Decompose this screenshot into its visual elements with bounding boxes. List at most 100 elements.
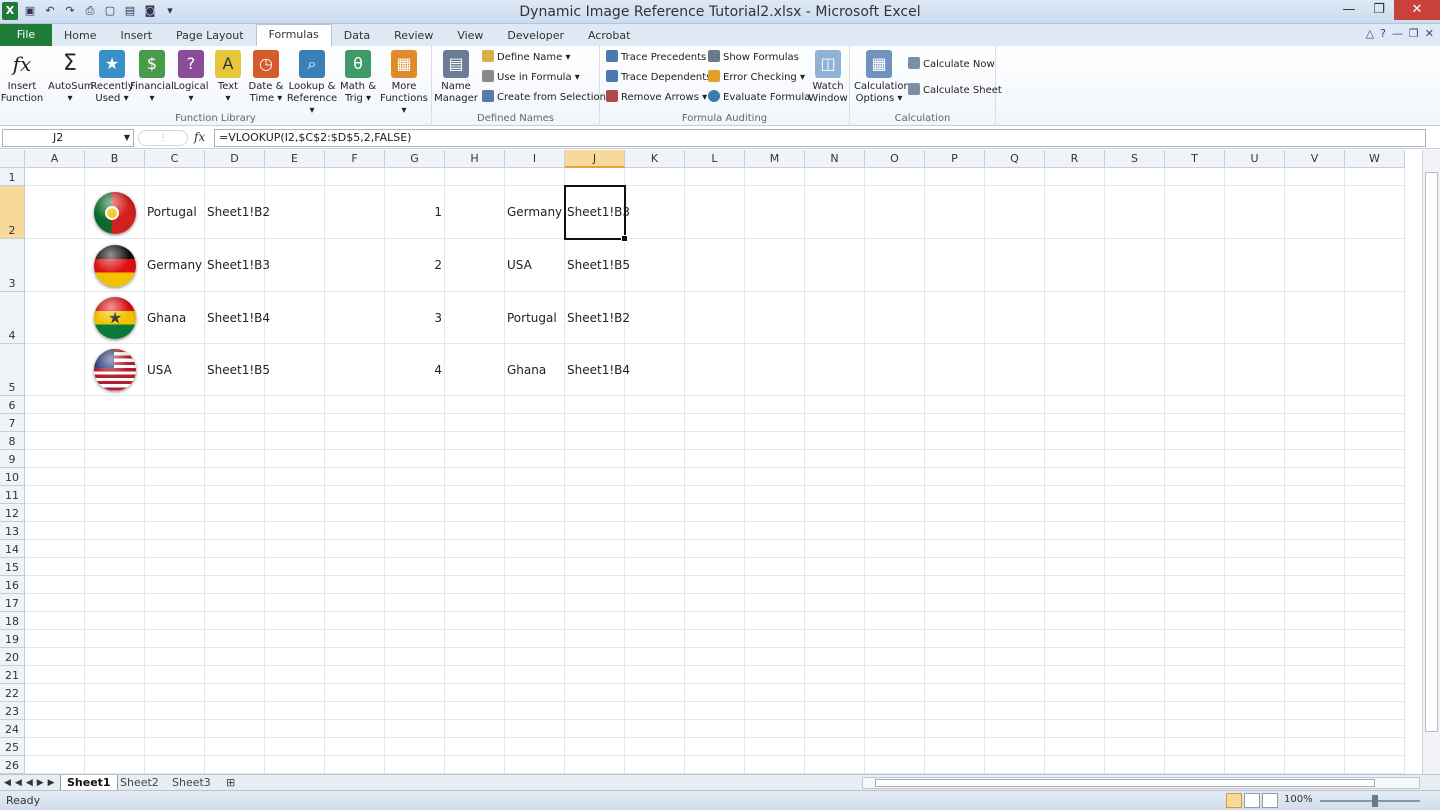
germany-flag-icon[interactable]: [94, 245, 136, 287]
cell-h4[interactable]: [445, 292, 505, 344]
cell-a5[interactable]: [25, 344, 85, 396]
cell-c18[interactable]: [145, 612, 205, 630]
cell-u15[interactable]: [1225, 558, 1285, 576]
cell-f8[interactable]: [325, 432, 385, 450]
cell-v14[interactable]: [1285, 540, 1345, 558]
date-time-button[interactable]: ◷ Date & Time ▾: [244, 50, 288, 105]
cell-n13[interactable]: [805, 522, 865, 540]
cell-o20[interactable]: [865, 648, 925, 666]
cell-a8[interactable]: [25, 432, 85, 450]
cell-v4[interactable]: [1285, 292, 1345, 344]
cell-g3[interactable]: 2: [385, 239, 445, 292]
cell-h7[interactable]: [445, 414, 505, 432]
cell-v22[interactable]: [1285, 684, 1345, 702]
cell-d4[interactable]: Sheet1!B4: [205, 292, 270, 344]
cell-n22[interactable]: [805, 684, 865, 702]
cell-i14[interactable]: [505, 540, 565, 558]
cell-k4[interactable]: [625, 292, 685, 344]
cell-h10[interactable]: [445, 468, 505, 486]
cell-p16[interactable]: [925, 576, 985, 594]
worksheet-grid[interactable]: A B C D E F G H I J K L M N O P Q R S T U V W 1 2 Portugal Sheet1!…: [0, 150, 1422, 774]
cell-w1[interactable]: [1345, 168, 1405, 186]
tab-page-layout[interactable]: Page Layout: [164, 26, 256, 46]
row-header-16[interactable]: 16: [0, 576, 25, 594]
row-header-5[interactable]: 5: [0, 344, 25, 396]
minimize-button[interactable]: —: [1334, 0, 1364, 20]
cell-s8[interactable]: [1105, 432, 1165, 450]
tab-acrobat[interactable]: Acrobat: [576, 26, 642, 46]
cell-h1[interactable]: [445, 168, 505, 186]
cell-v19[interactable]: [1285, 630, 1345, 648]
cell-l11[interactable]: [685, 486, 745, 504]
cell-p17[interactable]: [925, 594, 985, 612]
cell-c9[interactable]: [145, 450, 205, 468]
cell-n7[interactable]: [805, 414, 865, 432]
cell-l7[interactable]: [685, 414, 745, 432]
cell-o8[interactable]: [865, 432, 925, 450]
cell-d14[interactable]: [205, 540, 265, 558]
cell-b21[interactable]: [85, 666, 145, 684]
cell-r20[interactable]: [1045, 648, 1105, 666]
cell-o15[interactable]: [865, 558, 925, 576]
cell-w9[interactable]: [1345, 450, 1405, 468]
portugal-flag-icon[interactable]: [94, 192, 136, 234]
cell-w6[interactable]: [1345, 396, 1405, 414]
cell-v6[interactable]: [1285, 396, 1345, 414]
cell-u9[interactable]: [1225, 450, 1285, 468]
cell-v7[interactable]: [1285, 414, 1345, 432]
cell-t9[interactable]: [1165, 450, 1225, 468]
cell-s18[interactable]: [1105, 612, 1165, 630]
cell-p5[interactable]: [925, 344, 985, 396]
cell-b23[interactable]: [85, 702, 145, 720]
cell-q10[interactable]: [985, 468, 1045, 486]
cell-q18[interactable]: [985, 612, 1045, 630]
cell-i24[interactable]: [505, 720, 565, 738]
cell-u20[interactable]: [1225, 648, 1285, 666]
cell-g6[interactable]: [385, 396, 445, 414]
cell-h8[interactable]: [445, 432, 505, 450]
cell-a6[interactable]: [25, 396, 85, 414]
cell-m22[interactable]: [745, 684, 805, 702]
cell-m19[interactable]: [745, 630, 805, 648]
cell-c19[interactable]: [145, 630, 205, 648]
row-header-19[interactable]: 19: [0, 630, 25, 648]
normal-view-icon[interactable]: [1226, 793, 1242, 808]
column-header-l[interactable]: L: [685, 150, 745, 168]
cell-l1[interactable]: [685, 168, 745, 186]
cell-l20[interactable]: [685, 648, 745, 666]
cell-a3[interactable]: [25, 239, 85, 292]
cell-j19[interactable]: [565, 630, 625, 648]
cell-a21[interactable]: [25, 666, 85, 684]
tab-view[interactable]: View: [445, 26, 495, 46]
cell-c3[interactable]: Germany: [145, 239, 205, 292]
cell-c4[interactable]: Ghana: [145, 292, 205, 344]
cell-s16[interactable]: [1105, 576, 1165, 594]
cell-w11[interactable]: [1345, 486, 1405, 504]
cell-j12[interactable]: [565, 504, 625, 522]
trace-dependents-button[interactable]: Trace Dependents: [606, 69, 711, 87]
cell-m14[interactable]: [745, 540, 805, 558]
cell-b11[interactable]: [85, 486, 145, 504]
cell-v11[interactable]: [1285, 486, 1345, 504]
cell-q22[interactable]: [985, 684, 1045, 702]
cell-d6[interactable]: [205, 396, 265, 414]
cell-j9[interactable]: [565, 450, 625, 468]
cell-s5[interactable]: [1105, 344, 1165, 396]
cell-p26[interactable]: [925, 756, 985, 774]
vertical-scroll-thumb[interactable]: [1425, 172, 1438, 732]
cell-i23[interactable]: [505, 702, 565, 720]
tab-home[interactable]: Home: [52, 26, 108, 46]
cell-l24[interactable]: [685, 720, 745, 738]
cell-d9[interactable]: [205, 450, 265, 468]
vertical-scrollbar[interactable]: [1422, 150, 1440, 774]
cell-h22[interactable]: [445, 684, 505, 702]
cell-t12[interactable]: [1165, 504, 1225, 522]
row-header-18[interactable]: 18: [0, 612, 25, 630]
row-header-4[interactable]: 4: [0, 292, 25, 344]
cell-u23[interactable]: [1225, 702, 1285, 720]
cell-h16[interactable]: [445, 576, 505, 594]
calculate-now-button[interactable]: Calculate Now: [908, 56, 995, 74]
cell-r10[interactable]: [1045, 468, 1105, 486]
cell-s20[interactable]: [1105, 648, 1165, 666]
cell-i6[interactable]: [505, 396, 565, 414]
